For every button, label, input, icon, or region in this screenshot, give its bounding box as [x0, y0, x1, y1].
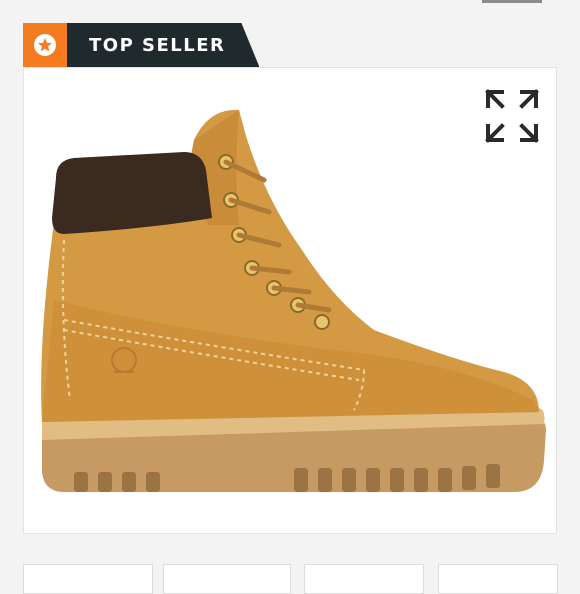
thumbnail-2[interactable] — [163, 564, 291, 594]
scroll-indicator — [482, 0, 542, 3]
expand-icon — [485, 89, 539, 143]
thumbnail-4[interactable] — [438, 564, 558, 594]
thumbnail-1[interactable] — [23, 564, 153, 594]
star-icon — [34, 34, 56, 56]
product-image-boot — [41, 109, 546, 492]
badge-icon-box — [23, 23, 67, 67]
badge-label: TOP SELLER — [67, 23, 259, 67]
thumbnail-3[interactable] — [304, 564, 424, 594]
top-seller-badge: TOP SELLER — [23, 23, 259, 67]
expand-button[interactable] — [484, 88, 540, 144]
